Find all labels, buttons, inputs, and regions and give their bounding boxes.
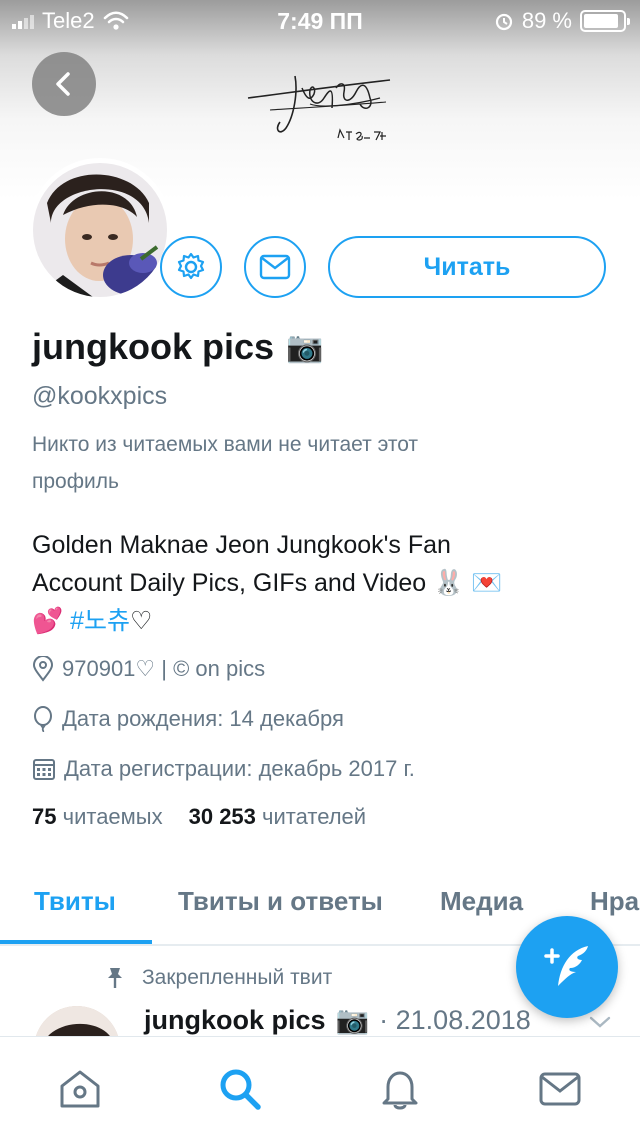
nav-notifications[interactable] — [376, 1065, 424, 1113]
bio-emoji: 🐰 💌 — [433, 569, 503, 597]
pin-icon — [108, 968, 122, 988]
follow-button[interactable]: Читать — [328, 236, 606, 298]
envelope-icon — [259, 254, 291, 280]
birthday-text: Дата рождения: 14 декабря — [62, 706, 344, 731]
profile-handle: @kookxpics — [32, 382, 168, 410]
tab-media[interactable]: Медиа — [440, 886, 523, 917]
home-icon — [60, 1070, 100, 1108]
bio-emoji: 💕 — [32, 607, 64, 635]
tweet-header: jungkook pics 📷 · 21.08.2018 — [144, 1004, 531, 1036]
followers-count[interactable]: 30 253 читателей — [189, 804, 366, 830]
battery-percent: 89 % — [521, 8, 572, 33]
nav-messages[interactable] — [536, 1065, 584, 1113]
compose-feather-icon — [544, 946, 588, 986]
active-tab-indicator — [0, 940, 152, 944]
message-button[interactable] — [244, 236, 306, 298]
following-count[interactable]: 75 читаемых — [32, 804, 163, 830]
tweet-date: · 21.08.2018 — [379, 1004, 531, 1035]
chevron-down-icon[interactable] — [588, 1014, 612, 1030]
compose-tweet-button[interactable] — [516, 916, 618, 1018]
pinned-tweet-label: Закрепленный твит — [104, 966, 332, 990]
joined-row: Дата регистрации: декабрь 2017 г. — [32, 756, 415, 782]
camera-emoji: 📷 — [286, 330, 324, 364]
back-button[interactable] — [32, 52, 96, 116]
calendar-icon — [33, 759, 55, 780]
nav-search[interactable] — [216, 1065, 264, 1113]
location-pin-icon — [32, 656, 54, 682]
bottom-navigation — [0, 1036, 640, 1136]
nav-home[interactable] — [56, 1065, 104, 1113]
avatar-photo — [33, 163, 167, 297]
alarm-icon — [495, 13, 512, 31]
tab-tweets-and-replies[interactable]: Твиты и ответы — [178, 886, 383, 917]
chevron-left-icon — [56, 72, 70, 96]
bio-line: Account Daily Pics, GIFs and Video 🐰 💌 — [32, 569, 503, 597]
profile-name-text: jungkook pics — [32, 326, 275, 367]
status-bar: Tele2 7:49 ПП 89 % — [0, 0, 640, 40]
gear-icon — [177, 252, 205, 280]
joined-text: Дата регистрации: декабрь 2017 г. — [64, 756, 415, 781]
birthday-row: Дата рождения: 14 декабря — [32, 706, 344, 732]
follow-counts: 75 читаемых 30 253 читателей — [32, 804, 366, 830]
profile-name: jungkook pics 📷 — [32, 326, 323, 368]
battery-icon — [580, 10, 630, 32]
location-row: 970901♡ | © on pics — [32, 656, 265, 682]
bio-line: 💕 #노츄♡ — [32, 607, 153, 635]
bell-icon — [382, 1071, 418, 1110]
hashtag-link[interactable]: #노츄 — [70, 607, 130, 635]
tab-likes[interactable]: Нра — [590, 886, 639, 917]
settings-button[interactable] — [160, 236, 222, 298]
signature-logo — [247, 75, 391, 141]
balloon-icon — [34, 706, 52, 732]
pinned-label-text: Закрепленный твит — [142, 966, 333, 989]
followers-you-know-note: Никто из читаемых вами не читает этот пр… — [32, 433, 419, 493]
mail-icon — [539, 1072, 581, 1106]
search-icon — [220, 1069, 261, 1110]
profile-bio: Golden Maknae Jeon Jungkook's Fan Accoun… — [32, 526, 612, 640]
bio-line: Golden Maknae Jeon Jungkook's Fan — [32, 531, 451, 559]
camera-emoji: 📷 — [335, 1005, 370, 1035]
tab-tweets[interactable]: Твиты — [34, 886, 116, 917]
location-text: 970901♡ | © on pics — [62, 656, 266, 681]
tweet-author-name[interactable]: jungkook pics — [144, 1005, 326, 1036]
profile-avatar[interactable] — [28, 158, 172, 302]
